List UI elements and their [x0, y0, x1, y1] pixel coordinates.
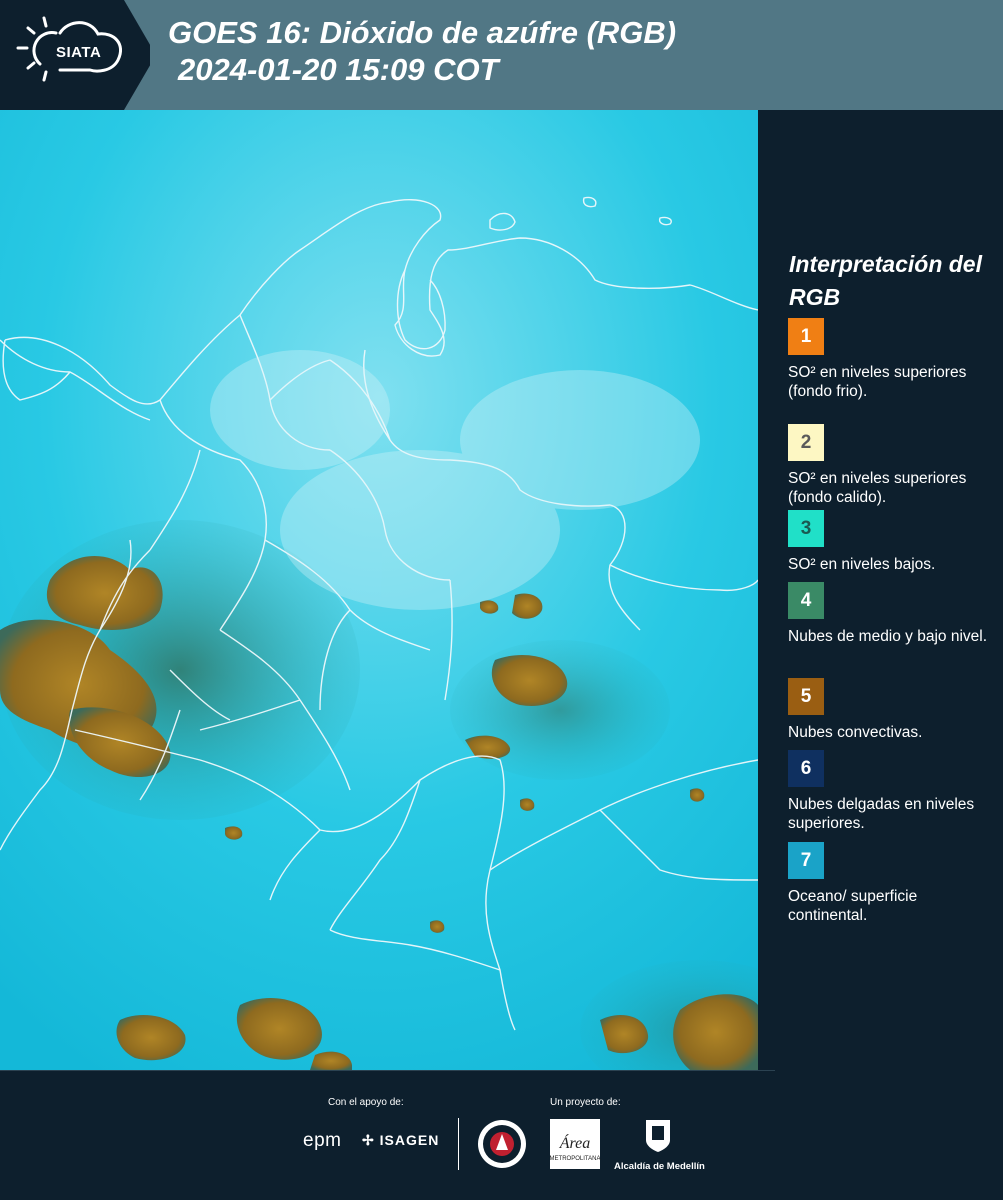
footer: Con el apoyo de: Un proyecto de: epm ✢ I… [0, 1070, 1003, 1200]
legend-label: SO² en niveles superiores (fondo calido)… [788, 470, 967, 506]
legend-item: 7 Oceano/ superficie continental. [788, 842, 988, 925]
legend-swatch: 6 [788, 750, 824, 787]
legend-swatch: 3 [788, 510, 824, 547]
legend-item: 2 SO² en niveles superiores (fondo calido… [788, 424, 988, 507]
logo-panel: SIATA [0, 0, 150, 110]
medellin-seal-icon [476, 1118, 528, 1175]
siata-logo-text: SIATA [56, 44, 102, 61]
alcaldia-logo: Alcaldía de Medellín [614, 1118, 705, 1172]
satellite-map[interactable] [0, 110, 758, 1070]
legend-label: Nubes convectivas. [788, 724, 923, 741]
legend-label: Nubes delgadas en niveles superiores. [788, 796, 975, 832]
legend-item: 5 Nubes convectivas. [788, 678, 988, 742]
page-title: GOES 16: Dióxido de azúfre (RGB) 2024-01… [168, 14, 676, 88]
legend-label: Oceano/ superficie continental. [788, 888, 918, 924]
area-metropolitana-logo: Área METROPOLITANA [549, 1118, 601, 1175]
legend-item: 4 Nubes de medio y bajo nivel. [788, 582, 988, 646]
footer-separator [0, 1070, 775, 1071]
alcaldia-label: Alcaldía de Medellín [614, 1161, 705, 1172]
title-timestamp: 2024-01-20 15:09 COT [178, 52, 499, 87]
legend-title: Interpretación del RGB [789, 251, 982, 310]
epm-logo: epm [303, 1130, 342, 1151]
legend-item: 6 Nubes delgadas en niveles superiores. [788, 750, 988, 833]
legend-label: SO² en niveles superiores (fondo frio). [788, 364, 967, 400]
title-product: GOES 16: Dióxido de azúfre (RGB) [168, 15, 677, 50]
isagen-logo-text: ISAGEN [379, 1132, 440, 1148]
legend-swatch: 2 [788, 424, 824, 461]
legend-swatch: 1 [788, 318, 824, 355]
alcaldia-shield-icon [646, 1120, 670, 1152]
isagen-icon: ✢ [362, 1132, 375, 1148]
legend-item: 3 SO² en niveles bajos. [788, 510, 988, 574]
legend-swatch: 5 [788, 678, 824, 715]
legend-label: Nubes de medio y bajo nivel. [788, 628, 988, 645]
legend-item: 1 SO² en niveles superiores (fondo frio). [788, 318, 988, 401]
area-logo-text: Área [559, 1133, 591, 1152]
legend-label: SO² en niveles bajos. [788, 556, 936, 573]
area-logo-subtext: METROPOLITANA [550, 1156, 601, 1162]
isagen-logo: ✢ ISAGEN [362, 1132, 439, 1149]
legend-swatch: 7 [788, 842, 824, 879]
footer-divider [458, 1118, 459, 1170]
support-label: Con el apoyo de: [328, 1097, 404, 1108]
legend-panel: Interpretación del RGB 1 SO² en niveles s… [758, 110, 1003, 1070]
legend-swatch: 4 [788, 582, 824, 619]
satellite-map-image [0, 110, 758, 1070]
project-label: Un proyecto de: [550, 1097, 621, 1108]
header-bar: SIATA GOES 16: Dióxido de azúfre (RGB) 2… [0, 0, 1003, 110]
